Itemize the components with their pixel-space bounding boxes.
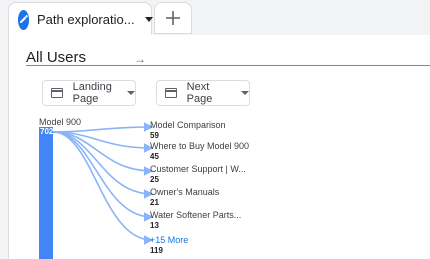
more-destinations-link[interactable]: +15 More	[150, 235, 188, 245]
path-link-5	[52, 131, 154, 222]
destination-node[interactable]: Owner's Manuals 21	[150, 187, 219, 207]
destination-name: Water Softener Parts...	[150, 210, 242, 220]
destination-name: Where to Buy Model 900	[150, 141, 250, 151]
destination-value: 119	[150, 246, 163, 255]
destination-name: Customer Support | W...	[150, 164, 246, 174]
destination-value: 25	[150, 175, 159, 184]
destination-node[interactable]: Model Comparison 59	[150, 120, 226, 140]
more-destinations[interactable]: +15 More 119	[150, 235, 188, 255]
destination-value: 21	[150, 198, 159, 207]
destination-node[interactable]: Customer Support | W... 25	[150, 164, 246, 184]
path-link-1	[52, 122, 154, 133]
destination-value: 13	[150, 221, 159, 230]
destination-node[interactable]: Water Softener Parts... 13	[150, 210, 241, 230]
destination-node[interactable]: Where to Buy Model 900 45	[150, 141, 249, 161]
destination-value: 59	[150, 131, 159, 140]
destination-name: Model Comparison	[150, 120, 226, 130]
path-exploration-screen: Path exploratio... All Users Landing Pag…	[0, 0, 430, 259]
destination-value: 45	[150, 152, 159, 161]
destination-name: Owner's Manuals	[150, 187, 220, 197]
